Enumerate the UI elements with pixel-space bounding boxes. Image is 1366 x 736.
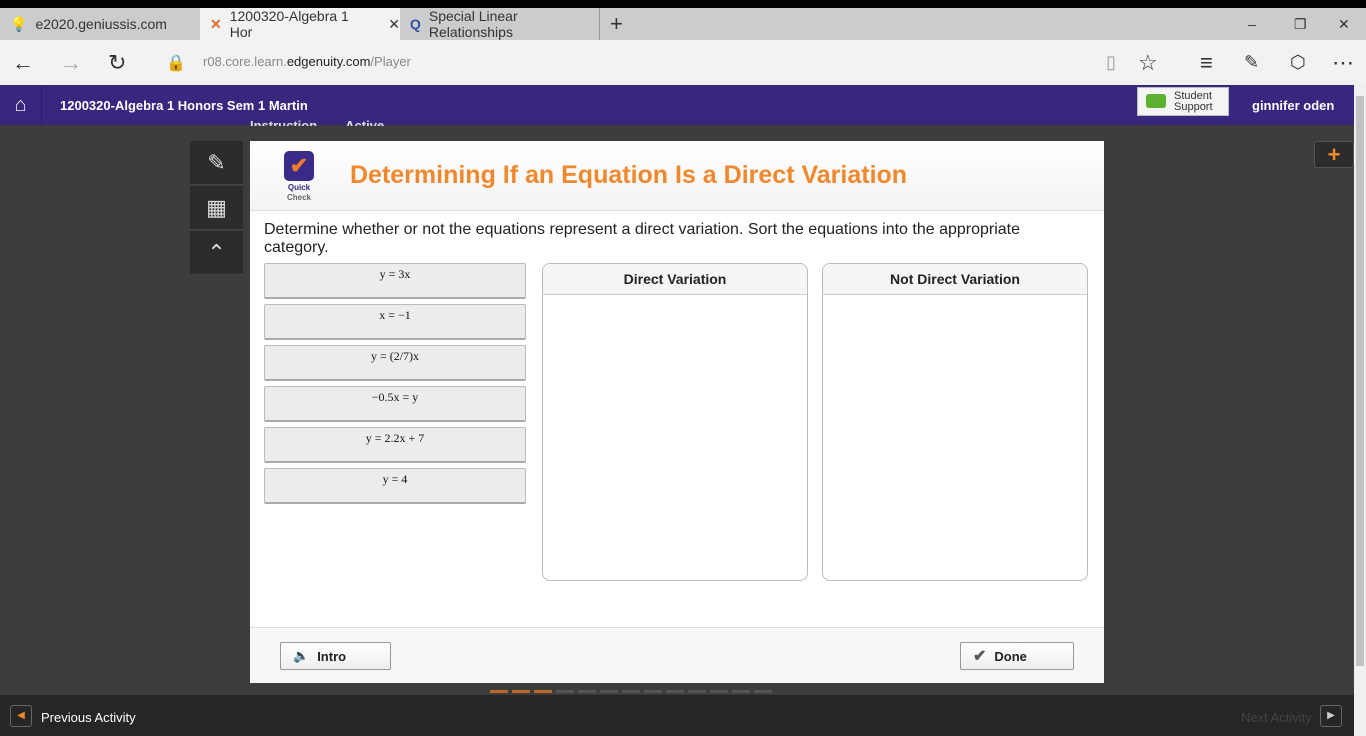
tab-geniussis[interactable]: 💡 e2020.geniussis.com [0, 8, 200, 40]
user-name[interactable]: ginnifer oden [1252, 98, 1334, 113]
card-header: ✔ Quick Check Determining If an Equation … [250, 141, 1104, 211]
bulb-icon: 💡 [10, 15, 28, 32]
equation-tile[interactable]: x = −1 [264, 304, 526, 340]
close-window-button[interactable]: ✕ [1328, 8, 1350, 40]
home-icon[interactable]: ⌂ [0, 85, 42, 125]
scrollbar-thumb[interactable] [1356, 96, 1364, 666]
tab-special-linear[interactable]: Q Special Linear Relationships [400, 8, 600, 40]
restore-button[interactable]: ❐ [1284, 8, 1307, 40]
tab-title: e2020.geniussis.com [35, 16, 167, 32]
forward-icon[interactable]: → [60, 50, 82, 76]
direct-variation-bin[interactable]: Direct Variation [542, 263, 808, 581]
equation-tile[interactable]: y = 4 [264, 468, 526, 504]
caret-up-icon: ⌃ [207, 239, 226, 265]
speaker-icon: 🔈 [293, 648, 310, 663]
new-tab-button[interactable]: + [600, 8, 623, 40]
activity-footer: ◀ Previous Activity Next Activity ▶ [0, 695, 1354, 736]
bin-header: Direct Variation [543, 264, 807, 295]
course-header: ⌂ 1200320-Algebra 1 Honors Sem 1 Martin … [0, 85, 1354, 125]
tab-edgenuity[interactable]: ✕ 1200320-Algebra 1 Hor ✕ [200, 8, 400, 40]
checkmark-icon: ✔ [284, 151, 314, 181]
next-activity-link[interactable]: Next Activity [1241, 710, 1312, 725]
calculator-tool[interactable]: ▦ [190, 186, 243, 230]
chat-icon [1146, 94, 1166, 108]
web-note-icon[interactable]: ✎ [1244, 52, 1259, 73]
prev-arrow-icon[interactable]: ◀ [10, 705, 32, 727]
check-icon: ✔ [973, 648, 987, 665]
card-footer: 🔈 Intro ✔ Done [250, 627, 1104, 683]
student-support-button[interactable]: Student Support [1137, 87, 1229, 116]
next-arrow-icon[interactable]: ▶ [1320, 705, 1342, 727]
address-bar: ← → ↻ 🔒 r08.core.learn.edgenuity.com/Pla… [0, 40, 1366, 85]
minimize-button[interactable]: – [1238, 8, 1256, 40]
activity-card: ✔ Quick Check Determining If an Equation … [250, 141, 1104, 683]
tab-bar: 💡 e2020.geniussis.com ✕ 1200320-Algebra 1 … [0, 8, 1366, 40]
edgenuity-icon: ✕ [210, 15, 222, 32]
equation-tile[interactable]: −0.5x = y [264, 386, 526, 422]
graph-tool[interactable]: ⌃ [190, 231, 243, 275]
q-icon: Q [410, 16, 421, 32]
previous-activity-link[interactable]: Previous Activity [41, 710, 136, 725]
not-direct-variation-bin[interactable]: Not Direct Variation [822, 263, 1088, 581]
activity-title: Determining If an Equation Is a Direct V… [350, 161, 908, 189]
back-icon[interactable]: ← [12, 50, 34, 76]
quick-check-label: Quick Check [286, 183, 311, 202]
lock-icon: 🔒 [166, 54, 186, 72]
close-tab-icon[interactable]: ✕ [388, 16, 400, 33]
pencil-tool[interactable]: ✎ [190, 141, 243, 185]
equation-tile[interactable]: y = 3x [264, 263, 526, 299]
course-title: 1200320-Algebra 1 Honors Sem 1 Martin [60, 98, 308, 113]
done-button[interactable]: ✔ Done [960, 642, 1074, 670]
reading-view-icon[interactable]: ▯ [1106, 52, 1116, 73]
intro-button[interactable]: 🔈 Intro [280, 642, 391, 670]
bin-header: Not Direct Variation [823, 264, 1087, 295]
expand-plus-button[interactable]: + [1314, 141, 1354, 168]
more-icon[interactable]: ⋯ [1332, 50, 1354, 76]
favorite-star-icon[interactable]: ☆ [1138, 50, 1158, 76]
tab-title: 1200320-Algebra 1 Hor [229, 8, 349, 40]
equation-tile[interactable]: y = 2.2x + 7 [264, 427, 526, 463]
pencil-icon: ✎ [207, 149, 226, 175]
calculator-icon: ▦ [206, 194, 227, 220]
share-icon[interactable]: ⬡ [1290, 52, 1306, 73]
url-field[interactable]: r08.core.learn.edgenuity.com/Player [203, 54, 411, 69]
equation-tile[interactable]: y = (2/7)x [264, 345, 526, 381]
hub-icon[interactable]: ≡ [1200, 50, 1213, 76]
hidden-breadcrumb: Instruction Active [250, 118, 385, 126]
tab-title: Special Linear Relationships [428, 8, 518, 40]
instructions: Determine whether or not the equations r… [264, 221, 1021, 256]
refresh-icon[interactable]: ↻ [108, 50, 126, 76]
window-top [0, 0, 1366, 8]
